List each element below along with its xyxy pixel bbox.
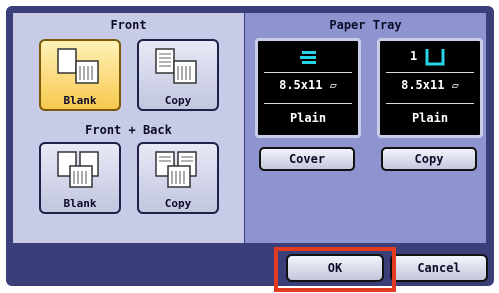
divider <box>264 103 352 104</box>
copy-two-sided-icon <box>155 151 197 188</box>
tray-size: 8.5x11 ▱ <box>279 78 337 92</box>
divider <box>386 72 474 73</box>
copy-cover-icon <box>155 48 197 84</box>
cover-sheet-panel: Front Blank Copy Front + Back Blank Copy <box>13 13 244 243</box>
tray-type: Plain <box>411 111 449 125</box>
divider <box>386 103 474 104</box>
front-back-copy-button[interactable]: Copy <box>137 142 219 214</box>
front-back-blank-button[interactable]: Blank <box>39 142 121 214</box>
option-label: Blank <box>63 94 97 107</box>
blank-two-sided-icon <box>57 151 99 188</box>
front-blank-button[interactable]: Blank <box>39 39 121 111</box>
tray-size: 8.5x11 ▱ <box>401 78 459 92</box>
divider <box>264 72 352 73</box>
front-copy-button[interactable]: Copy <box>137 39 219 111</box>
option-label: Blank <box>63 197 97 210</box>
blank-cover-icon <box>57 48 99 84</box>
paper-tray-title: Paper Tray <box>329 18 402 32</box>
front-back-section-title: Front + Back <box>85 123 172 137</box>
option-label: Copy <box>164 94 192 107</box>
copy-tray-button[interactable]: Copy <box>381 147 477 171</box>
copy-tray-display: 1 8.5x11 ▱ Plain <box>377 38 483 138</box>
tray-icon <box>425 49 445 66</box>
paper-tray-panel: Paper Tray 8.5x11 ▱ Plain 1 8.5x11 ▱ Pla… <box>245 13 486 243</box>
option-label: Copy <box>164 197 192 210</box>
cancel-button[interactable]: Cancel <box>390 254 488 282</box>
paper-stack-icon <box>300 51 316 64</box>
cover-tray-button[interactable]: Cover <box>259 147 355 171</box>
tray-type: Plain <box>289 111 327 125</box>
cover-tray-display: 8.5x11 ▱ Plain <box>255 38 361 138</box>
tray-number: 1 <box>410 49 418 63</box>
ok-highlight-box <box>274 247 396 292</box>
front-section-title: Front <box>110 18 147 32</box>
